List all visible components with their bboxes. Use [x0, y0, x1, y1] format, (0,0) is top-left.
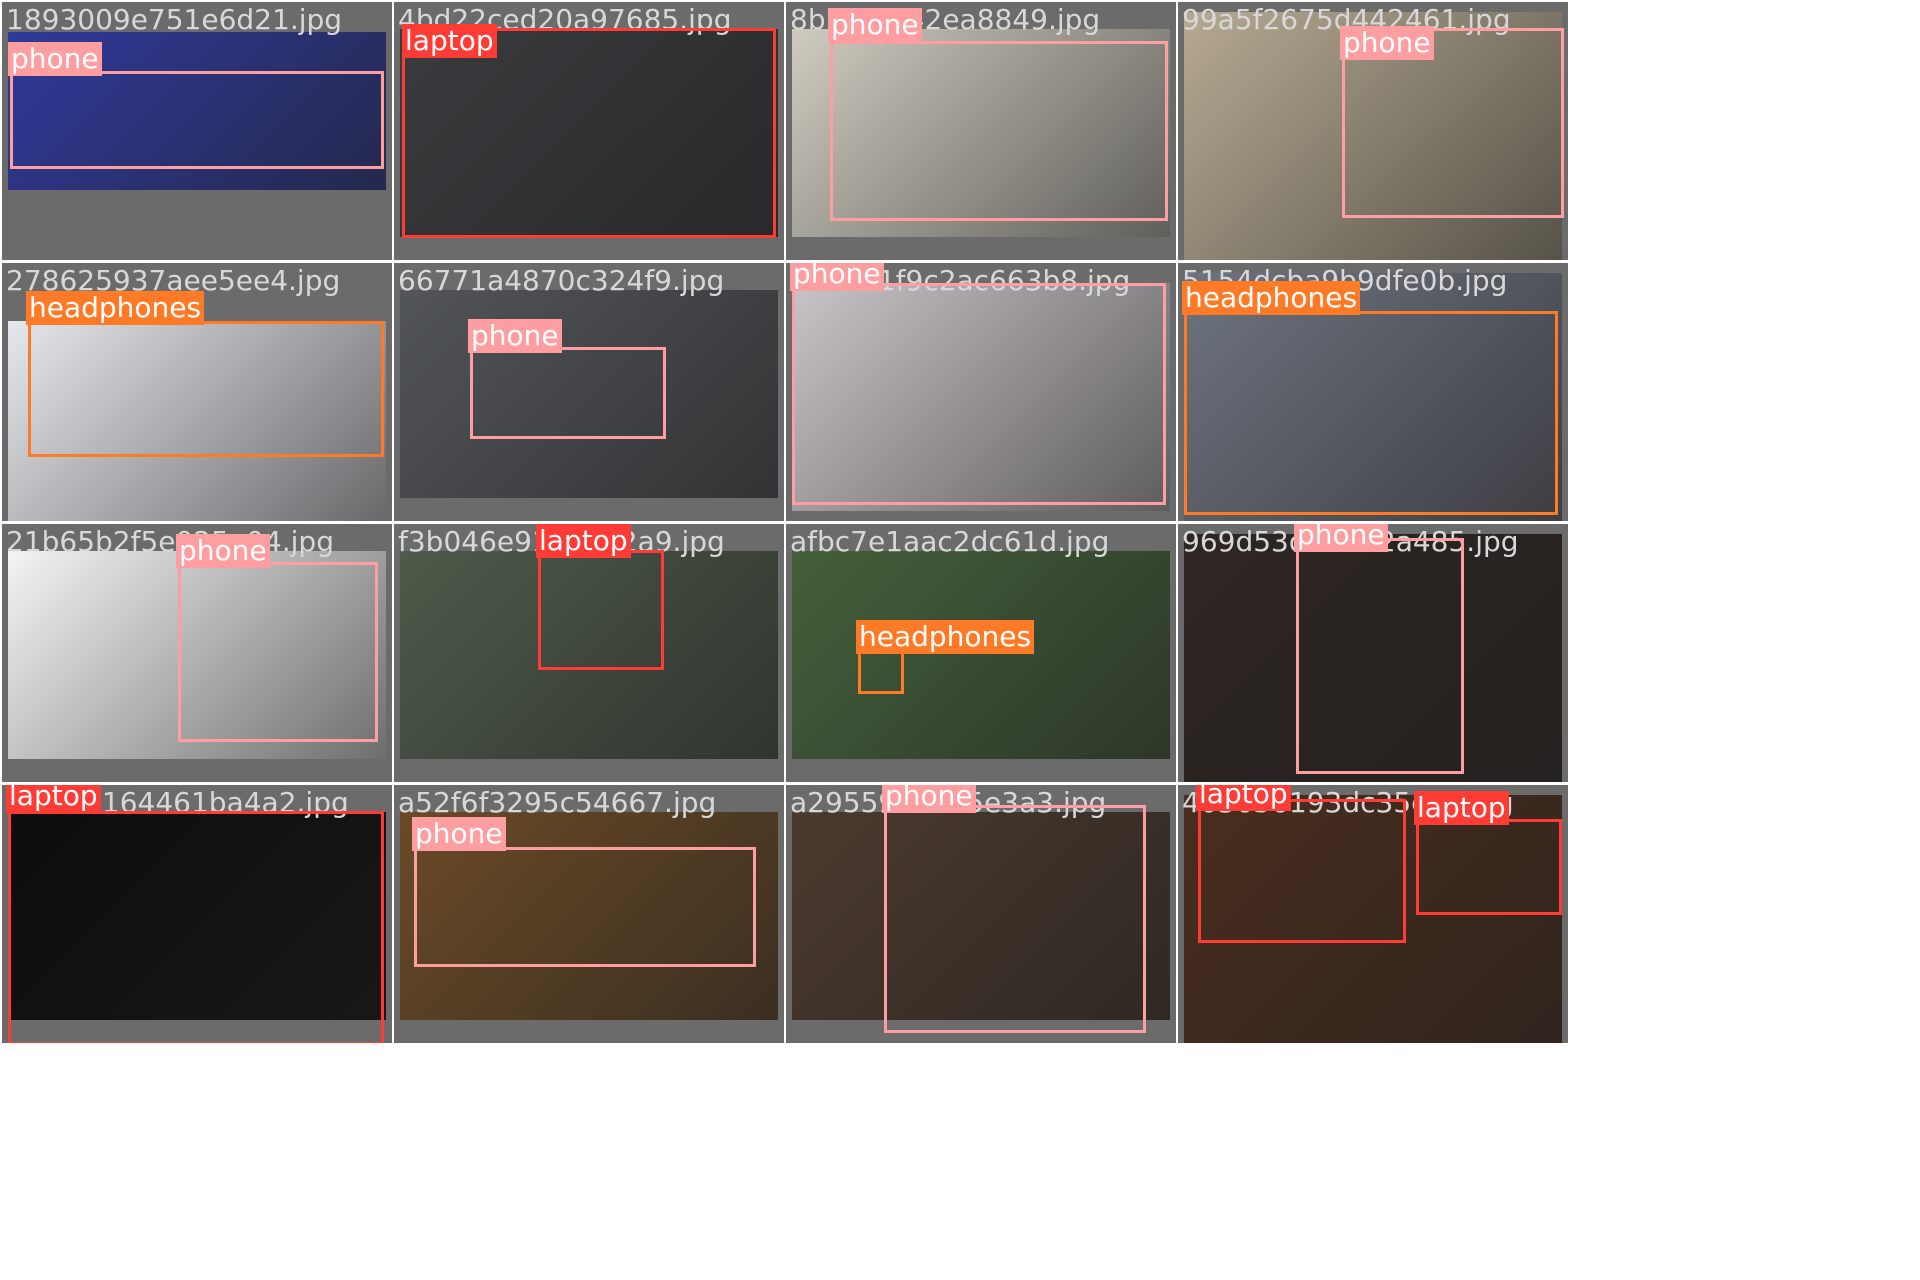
class-label-phone: phone — [176, 534, 270, 568]
bounding-box-phone — [1296, 538, 1464, 774]
image-tile: f3b046e914a8e2a9.jpglaptop — [394, 524, 784, 782]
image-thumbnail — [792, 551, 1170, 759]
image-tile: 403656193dc35cad.jpg laptop laptop — [1178, 785, 1568, 1043]
bounding-box-laptop — [1416, 819, 1562, 915]
class-label-headphones: headphones — [26, 291, 205, 325]
image-tile: afbc7e1aac2dc61d.jpg headphones — [786, 524, 1176, 782]
bounding-box-phone — [414, 847, 756, 967]
image-filename: 21b65b2f5e025a04.jpg — [6, 525, 334, 558]
class-label-phone: phone — [790, 263, 884, 291]
image-tile: 66771a4870c324f9.jpg phone — [394, 263, 784, 521]
bounding-box-headphones — [28, 321, 384, 457]
bounding-box-laptop — [8, 811, 384, 1043]
image-filename: afbc7e1aac2dc61d.jpg — [790, 525, 1110, 558]
bounding-box-laptop — [1198, 799, 1406, 943]
bounding-box-laptop — [402, 28, 776, 238]
image-tile: 969d53d50722a485.jpgphone — [1178, 524, 1568, 782]
detection-mosaic: 1893009e751e6d21.jpg phone 4bd22ced20a9768… — [0, 0, 1920, 1280]
image-tile: 278625937aee5ee4.jpg headphones — [2, 263, 392, 521]
class-label-laptop: laptop — [1196, 785, 1291, 811]
bounding-box-phone — [884, 805, 1146, 1033]
class-label-laptop: laptop — [536, 524, 631, 558]
bounding-box-phone — [470, 347, 666, 439]
image-tile: 21b65b2f5e025a04.jpg phone — [2, 524, 392, 782]
image-tile: a29559e09a5e3a3.jpgphone — [786, 785, 1176, 1043]
image-filename: a52f6f3295c54667.jpg — [398, 786, 717, 819]
image-filename: 1893009e751e6d21.jpg — [6, 3, 343, 36]
class-label-headphones: headphones — [856, 620, 1035, 654]
class-label-phone: phone — [468, 319, 562, 353]
bounding-box-phone — [830, 41, 1168, 221]
image-tile: 8b7f90842ea8849.jpg phone — [786, 2, 1176, 260]
class-label-headphones: headphones — [1182, 281, 1361, 315]
image-tile: 99a5f2675d442461.jpg phone — [1178, 2, 1568, 260]
bounding-box-laptop — [538, 550, 664, 670]
bounding-box-phone — [792, 283, 1166, 505]
bounding-box-phone — [10, 71, 384, 169]
class-label-laptop: laptop — [402, 24, 497, 58]
bounding-box-headphones — [1184, 311, 1558, 515]
class-label-phone: phone — [1340, 26, 1434, 60]
class-label-phone: phone — [412, 817, 506, 851]
image-filename: 66771a4870c324f9.jpg — [398, 264, 725, 297]
class-label-phone: phone — [828, 8, 922, 42]
image-tile: 6f2e9c164461ba4a2.jpg laptop — [2, 785, 392, 1043]
class-label-phone: phone — [882, 785, 976, 813]
class-label-laptop: laptop — [1414, 791, 1509, 825]
class-label-phone: phone — [8, 42, 102, 76]
image-tile: 1893009e751e6d21.jpg phone — [2, 2, 392, 260]
class-label-laptop: laptop — [6, 785, 101, 813]
bounding-box-phone — [178, 562, 378, 742]
image-tile: 3e5a71f9c2ac663b8.jpg phone — [786, 263, 1176, 521]
image-tile: a52f6f3295c54667.jpg phone — [394, 785, 784, 1043]
image-tile: 5154dcba9b9dfe0b.jpgheadphones — [1178, 263, 1568, 521]
image-tile: 4bd22ced20a97685.jpg laptop — [394, 2, 784, 260]
class-label-phone: phone — [1294, 524, 1388, 552]
